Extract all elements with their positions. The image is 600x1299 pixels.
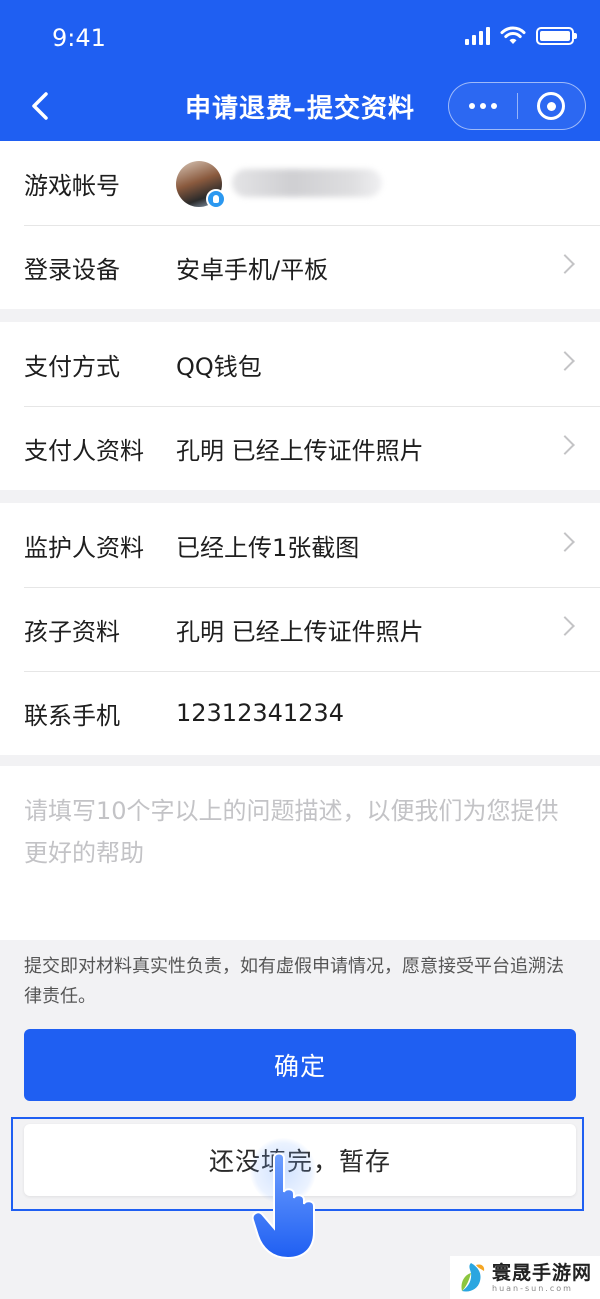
row-child-info[interactable]: 孩子资料 孔明 已经上传证件照片 xyxy=(0,587,600,671)
watermark-logo-icon xyxy=(461,1262,485,1292)
row-label: 监护人资料 xyxy=(24,533,144,562)
row-game-account[interactable]: 游戏帐号 xyxy=(0,141,600,225)
row-label: 游戏帐号 xyxy=(24,171,120,200)
chevron-right-icon xyxy=(555,351,575,371)
chevron-right-icon xyxy=(555,532,575,552)
row-value: 安卓手机/平板 xyxy=(176,255,329,284)
chevron-right-icon xyxy=(555,616,575,636)
account-section: 游戏帐号 登录设备 安卓手机/平板 xyxy=(0,141,600,309)
pointing-hand-icon xyxy=(252,1152,315,1260)
payment-section: 支付方式 QQ钱包 支付人资料 孔明 已经上传证件照片 xyxy=(0,322,600,490)
avatar xyxy=(176,161,226,209)
status-time: 9:41 xyxy=(52,24,106,52)
disclaimer-text: 提交即对材料真实性负责，如有虚假申请情况，愿意接受平台追溯法律责任。 xyxy=(24,956,564,1007)
confirm-button[interactable]: 确定 xyxy=(24,1029,576,1101)
problem-description-input[interactable]: 请填写10个字以上的问题描述，以便我们为您提供更好的帮助 xyxy=(0,766,600,940)
blurred-account-name xyxy=(232,169,382,197)
status-icons xyxy=(465,26,577,46)
row-value: 孔明 已经上传证件照片 xyxy=(176,436,424,465)
row-guardian-info[interactable]: 监护人资料 已经上传1张截图 xyxy=(0,503,600,587)
row-label: 支付方式 xyxy=(24,352,120,381)
watermark: 寰晟手游网 huan-sun.com xyxy=(450,1256,600,1299)
description-placeholder: 请填写10个字以上的问题描述，以便我们为您提供更好的帮助 xyxy=(24,797,559,867)
chevron-right-icon xyxy=(555,254,575,274)
row-value: QQ钱包 xyxy=(176,352,262,381)
row-label: 支付人资料 xyxy=(24,436,144,465)
target-close-icon xyxy=(537,92,566,120)
nav-header: 9:41 申请退费–提交资料 xyxy=(0,0,600,141)
watermark-url: huan-sun.com xyxy=(492,1283,573,1293)
more-button[interactable] xyxy=(449,83,517,129)
row-label: 联系手机 xyxy=(24,701,120,730)
more-dots-icon xyxy=(469,103,475,109)
row-label: 登录设备 xyxy=(24,255,120,284)
wifi-icon xyxy=(500,26,526,44)
user-badge-icon xyxy=(206,189,226,209)
signal-icon xyxy=(465,27,490,45)
battery-icon xyxy=(536,27,577,45)
row-login-device[interactable]: 登录设备 安卓手机/平板 xyxy=(0,225,600,309)
guardian-section: 监护人资料 已经上传1张截图 孩子资料 孔明 已经上传证件照片 联系手机 123… xyxy=(0,503,600,755)
close-mini-program-button[interactable] xyxy=(518,83,585,129)
row-payer-info[interactable]: 支付人资料 孔明 已经上传证件照片 xyxy=(0,406,600,490)
chevron-right-icon xyxy=(555,435,575,455)
row-contact-phone[interactable]: 联系手机 12312341234 xyxy=(0,671,600,755)
row-payment-method[interactable]: 支付方式 QQ钱包 xyxy=(0,322,600,406)
mini-program-capsule xyxy=(448,82,586,130)
row-value: 12312341234 xyxy=(176,699,344,727)
row-value: 孔明 已经上传证件照片 xyxy=(176,617,424,646)
watermark-name: 寰晟手游网 xyxy=(492,1261,593,1284)
row-value: 已经上传1张截图 xyxy=(176,533,360,562)
row-label: 孩子资料 xyxy=(24,617,120,646)
